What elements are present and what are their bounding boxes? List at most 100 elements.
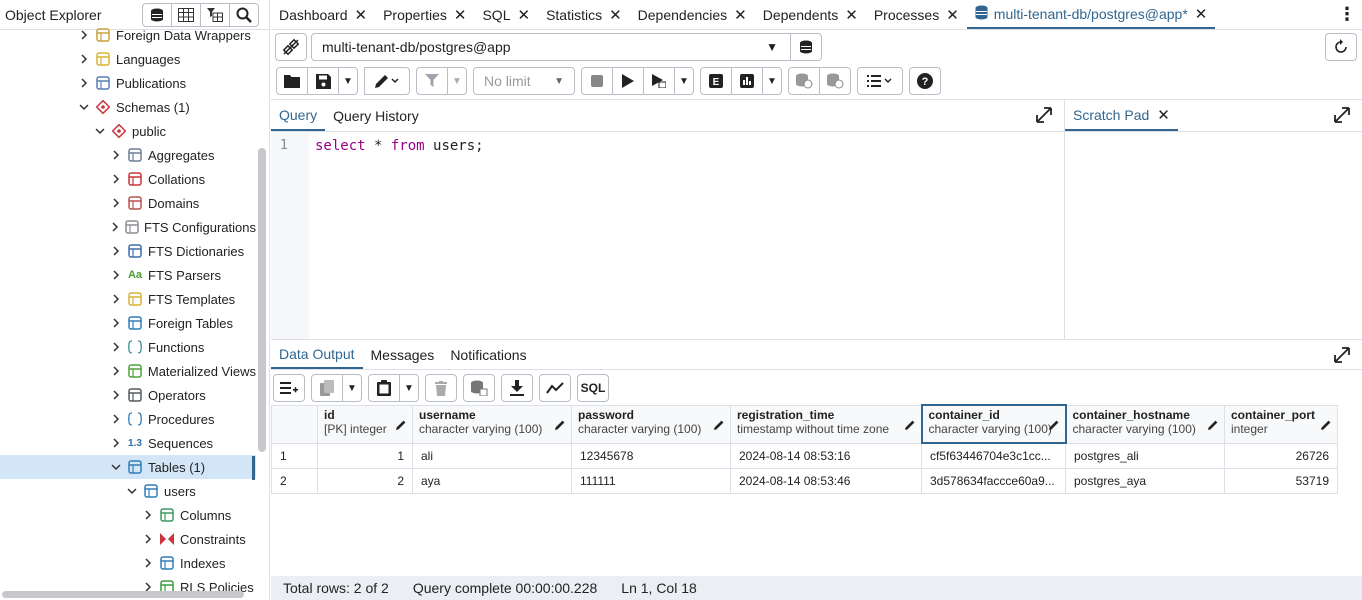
save-file-button[interactable]	[307, 67, 339, 95]
chevron-down-icon[interactable]	[108, 459, 124, 475]
chevron-right-icon[interactable]	[108, 195, 124, 211]
tree-node[interactable]: Foreign Tables	[0, 311, 256, 335]
connection-select[interactable]: multi-tenant-db/postgres@app ▼	[311, 33, 791, 61]
chevron-right-icon[interactable]	[108, 171, 124, 187]
open-file-button[interactable]	[276, 67, 308, 95]
reset-layout-button[interactable]	[1325, 33, 1357, 61]
paste-button[interactable]	[368, 374, 400, 402]
chevron-right-icon[interactable]	[76, 27, 92, 43]
tree-horizontal-scrollbar[interactable]	[2, 591, 244, 598]
grid-cell[interactable]: ali	[412, 442, 572, 469]
edit-column-icon[interactable]	[554, 419, 566, 434]
chevron-right-icon[interactable]	[108, 267, 124, 283]
edit-column-icon[interactable]	[1320, 419, 1332, 434]
edit-column-icon[interactable]	[395, 419, 407, 434]
row-number[interactable]: 1	[271, 442, 318, 469]
grid-cell[interactable]: postgres_aya	[1065, 467, 1225, 494]
execute-script-button[interactable]	[643, 67, 675, 95]
chevron-down-icon[interactable]	[76, 99, 92, 115]
graph-visualiser-button[interactable]	[539, 374, 571, 402]
chevron-right-icon[interactable]	[108, 435, 124, 451]
row-number[interactable]: 2	[271, 467, 318, 494]
close-icon[interactable]: ✕	[734, 6, 747, 24]
download-button[interactable]	[501, 374, 533, 402]
new-connection-button[interactable]	[790, 33, 822, 61]
close-icon[interactable]: ✕	[609, 6, 622, 24]
column-header-registration-time[interactable]: registration_time timestamp without time …	[730, 404, 922, 444]
tree-node[interactable]: Domains	[0, 191, 256, 215]
chevron-right-icon[interactable]	[76, 75, 92, 91]
sql-editor[interactable]: select * from users;	[315, 138, 484, 154]
rollback-button[interactable]	[819, 67, 851, 95]
tab-query-tool[interactable]: multi-tenant-db/postgres@app* ✕	[966, 0, 1216, 29]
tab-query-history[interactable]: Query History	[325, 100, 427, 131]
stop-button[interactable]	[581, 67, 613, 95]
paste-options-button[interactable]: ▼	[399, 374, 419, 402]
column-header-username[interactable]: username character varying (100)	[412, 404, 572, 444]
chevron-right-icon[interactable]	[108, 387, 124, 403]
grid-cell[interactable]: 2024-08-14 08:53:16	[730, 442, 922, 469]
column-header-container-hostname[interactable]: container_hostname character varying (100…	[1065, 404, 1225, 444]
tree-node[interactable]: Schemas (1)	[0, 95, 256, 119]
grid-cell[interactable]: 12345678	[571, 442, 731, 469]
tree-node[interactable]: Aggregates	[0, 143, 256, 167]
tree-node[interactable]: 1.3 Sequences	[0, 431, 256, 455]
tab-dashboard[interactable]: Dashboard ✕	[271, 0, 375, 29]
commit-button[interactable]	[788, 67, 820, 95]
tab-processes[interactable]: Processes ✕	[866, 0, 967, 29]
column-header-password[interactable]: password character varying (100)	[571, 404, 731, 444]
close-icon[interactable]: ✕	[1195, 5, 1208, 23]
tree-node[interactable]: Publications	[0, 71, 256, 95]
tab-dependencies[interactable]: Dependencies ✕	[630, 0, 755, 29]
tree-node[interactable]: Columns	[0, 503, 256, 527]
grid-cell[interactable]: 1	[317, 442, 413, 469]
chevron-down-icon[interactable]	[92, 123, 108, 139]
chevron-right-icon[interactable]	[108, 243, 124, 259]
chevron-right-icon[interactable]	[108, 219, 122, 235]
tree-node[interactable]: Tables (1)	[0, 455, 256, 479]
copy-button[interactable]	[311, 374, 343, 402]
chevron-down-icon[interactable]	[124, 483, 140, 499]
expand-icon[interactable]	[1036, 107, 1052, 123]
tree-node[interactable]: Materialized Views	[0, 359, 256, 383]
chevron-right-icon[interactable]	[108, 339, 124, 355]
grid-cell[interactable]: 111111	[571, 467, 731, 494]
column-header-id[interactable]: id [PK] integer	[317, 404, 413, 444]
expand-icon[interactable]	[1334, 107, 1350, 123]
grid-cell[interactable]: cf5f63446704e3c1cc...	[921, 442, 1066, 469]
macros-button[interactable]	[857, 67, 903, 95]
explain-button[interactable]: E	[700, 67, 732, 95]
grid-cell[interactable]: postgres_ali	[1065, 442, 1225, 469]
tab-properties[interactable]: Properties ✕	[375, 0, 474, 29]
tree-node[interactable]: Functions	[0, 335, 256, 359]
chevron-right-icon[interactable]	[108, 291, 124, 307]
explain-analyze-button[interactable]	[731, 67, 763, 95]
tree-node[interactable]: Constraints	[0, 527, 256, 551]
chevron-right-icon[interactable]	[140, 531, 156, 547]
edit-button[interactable]	[364, 67, 410, 95]
tab-dependents[interactable]: Dependents ✕	[755, 0, 866, 29]
tree-node[interactable]: Languages	[0, 47, 256, 71]
chevron-right-icon[interactable]	[108, 147, 124, 163]
expand-icon[interactable]	[1334, 347, 1350, 363]
tree-node[interactable]: FTS Dictionaries	[0, 239, 256, 263]
tree-node[interactable]: Collations	[0, 167, 256, 191]
tab-messages[interactable]: Messages	[363, 340, 443, 369]
tree-node[interactable]: Indexes	[0, 551, 256, 575]
column-header-container-port[interactable]: container_port integer	[1224, 404, 1338, 444]
grid-cell[interactable]: 2024-08-14 08:53:46	[730, 467, 922, 494]
tab-query[interactable]: Query	[271, 100, 326, 131]
tree-node[interactable]: Procedures	[0, 407, 256, 431]
edit-column-icon[interactable]	[1207, 419, 1219, 434]
tree-node[interactable]: FTS Configurations	[0, 215, 256, 239]
chevron-right-icon[interactable]	[108, 411, 124, 427]
chevron-right-icon[interactable]	[76, 51, 92, 67]
add-row-button[interactable]	[273, 374, 305, 402]
chevron-right-icon[interactable]	[108, 315, 124, 331]
close-icon[interactable]: ✕	[845, 6, 858, 24]
tree-vertical-scrollbar[interactable]	[258, 148, 266, 452]
copy-options-button[interactable]: ▼	[342, 374, 362, 402]
table-row[interactable]: 1 1 ali 12345678 2024-08-14 08:53:16 cf5f6344…	[271, 442, 1338, 469]
tree-node[interactable]: FTS Templates	[0, 287, 256, 311]
tree-node[interactable]: users	[0, 479, 256, 503]
